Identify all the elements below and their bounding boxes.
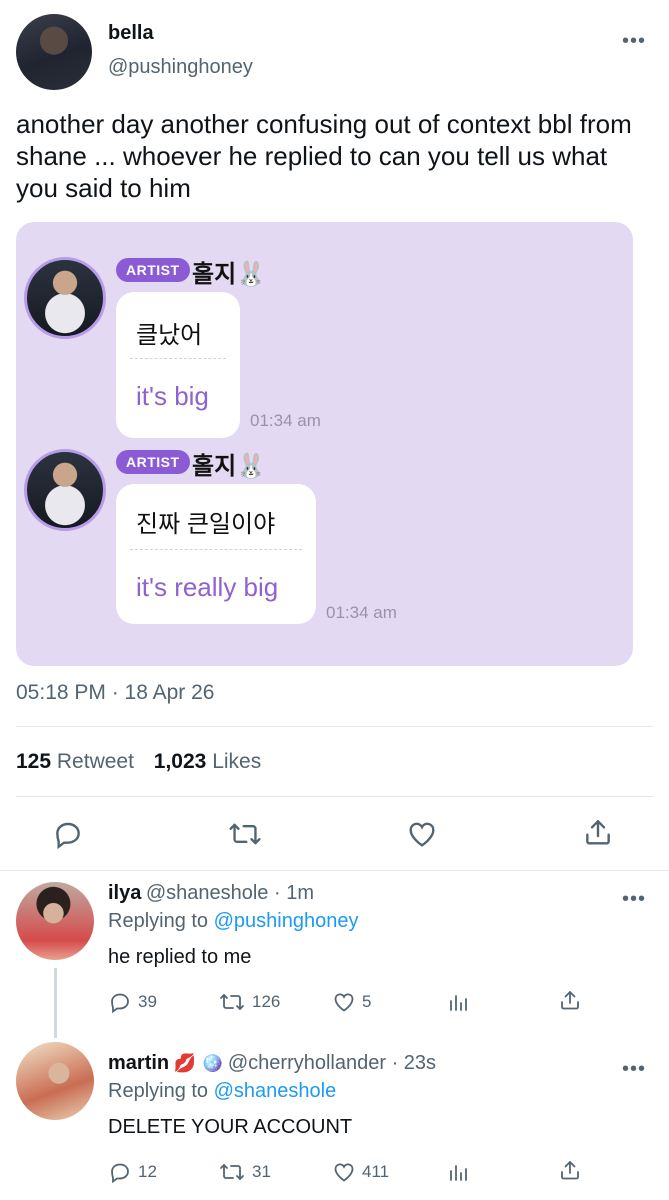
reply-icon[interactable] xyxy=(52,818,84,850)
analytics-icon[interactable] xyxy=(446,990,470,1014)
tweet-media-image[interactable]: ARTIST 홀지🐰 클났어 it's big 01:34 am ARTIST … xyxy=(16,222,633,666)
reply-avatar[interactable] xyxy=(16,882,94,960)
divider xyxy=(16,726,653,727)
message-bubble: 클났어 it's big xyxy=(116,292,240,438)
author-avatar[interactable] xyxy=(16,14,92,90)
retweet-count: 126 xyxy=(252,992,281,1011)
like-count: 1,023 xyxy=(153,750,207,773)
retweets-link[interactable]: 125 Retweet xyxy=(16,750,134,773)
artist-badge: ARTIST xyxy=(116,258,190,282)
retweet-button[interactable]: 31 xyxy=(218,1160,271,1184)
message-translation: it's big xyxy=(136,381,209,411)
replying-to-handle[interactable]: @pushinghoney xyxy=(214,910,359,932)
divider xyxy=(0,870,669,871)
like-icon xyxy=(332,1160,356,1184)
message-translation: it's really big xyxy=(136,572,279,602)
replying-to-handle[interactable]: @shaneshole xyxy=(214,1080,337,1102)
artist-name: 홀지🐰 xyxy=(192,453,267,480)
like-button[interactable]: 411 xyxy=(332,1160,389,1184)
share-icon[interactable] xyxy=(582,816,614,848)
replying-to: Replying to @shaneshole xyxy=(108,1080,336,1103)
artist-avatar xyxy=(24,449,106,531)
thread-line xyxy=(54,968,57,1038)
tweet-stats: 125 Retweet 1,023 Likes xyxy=(16,750,261,774)
more-options-icon[interactable]: ••• xyxy=(622,1058,646,1081)
author-handle[interactable]: @pushinghoney xyxy=(108,56,253,79)
analytics-icon[interactable] xyxy=(446,1160,470,1184)
artist-badge: ARTIST xyxy=(116,450,190,474)
share-icon[interactable] xyxy=(558,988,582,1012)
artist-name: 홀지🐰 xyxy=(192,261,267,288)
retweet-icon xyxy=(218,1160,246,1184)
message-korean: 클났어 xyxy=(136,322,203,349)
author-name[interactable]: bella xyxy=(108,22,154,45)
artist-avatar xyxy=(24,257,106,339)
name-emoji: 💋 🪩 xyxy=(173,1053,224,1073)
like-button[interactable]: 5 xyxy=(332,990,371,1014)
divider xyxy=(16,796,653,797)
like-icon[interactable] xyxy=(406,818,438,850)
reply-handle-time[interactable]: @cherryhollander · 23s xyxy=(228,1052,436,1074)
reply-author-name[interactable]: ilya xyxy=(108,882,141,904)
reply-avatar[interactable] xyxy=(16,1042,94,1120)
message-korean: 진짜 큰일이야 xyxy=(136,511,276,538)
reply-text: he replied to me xyxy=(108,946,252,968)
retweet-label: Retweet xyxy=(56,750,134,773)
like-label: Likes xyxy=(212,750,262,773)
reply-author-name[interactable]: martin xyxy=(108,1052,169,1074)
reply-text: DELETE YOUR ACCOUNT xyxy=(108,1116,353,1138)
message-divider xyxy=(130,358,226,359)
retweet-icon xyxy=(218,990,246,1014)
likes-link[interactable]: 1,023 Likes xyxy=(154,750,261,773)
retweet-button[interactable]: 126 xyxy=(218,990,280,1014)
reply-icon xyxy=(108,990,132,1014)
like-icon xyxy=(332,990,356,1014)
reply-count: 12 xyxy=(138,1162,157,1181)
like-count: 411 xyxy=(362,1162,390,1181)
retweet-icon[interactable] xyxy=(228,818,262,850)
message-time: 01:34 am xyxy=(250,411,321,430)
tweet-text: another day another confusing out of con… xyxy=(16,109,632,203)
reply-button[interactable]: 39 xyxy=(108,990,157,1014)
reply-icon xyxy=(108,1160,132,1184)
replying-to-label: Replying to xyxy=(108,1080,214,1102)
replying-to-label: Replying to xyxy=(108,910,214,932)
message-bubble: 진짜 큰일이야 it's really big xyxy=(116,484,316,624)
reply-header: martin 💋 🪩 @cherryhollander · 23s xyxy=(108,1052,436,1075)
more-options-icon[interactable]: ••• xyxy=(622,30,646,53)
tweet-datetime[interactable]: 05:18 PM · 18 Apr 26 xyxy=(16,681,214,705)
reply-handle-time[interactable]: @shaneshole · 1m xyxy=(146,882,314,904)
message-time: 01:34 am xyxy=(326,603,397,622)
reply-button[interactable]: 12 xyxy=(108,1160,157,1184)
retweet-count: 125 xyxy=(16,750,52,773)
share-icon[interactable] xyxy=(558,1158,582,1182)
message-divider xyxy=(130,549,302,550)
reply-header: ilya @shaneshole · 1m xyxy=(108,882,314,905)
retweet-count: 31 xyxy=(252,1162,271,1181)
more-options-icon[interactable]: ••• xyxy=(622,888,646,911)
replying-to: Replying to @pushinghoney xyxy=(108,910,358,933)
reply-count: 39 xyxy=(138,992,157,1011)
like-count: 5 xyxy=(362,992,372,1011)
